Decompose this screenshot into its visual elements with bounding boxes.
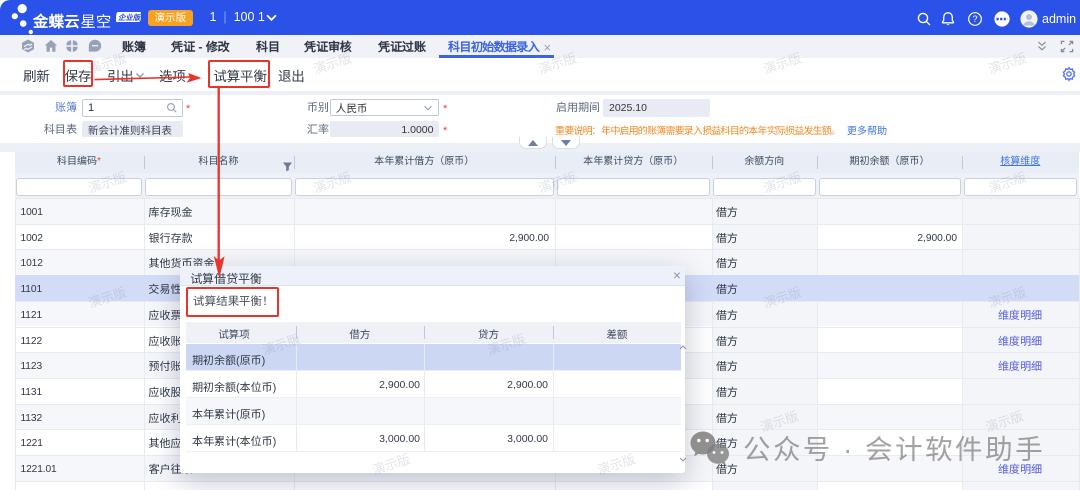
svg-text:?: ? [972, 14, 977, 24]
svg-text:企业版: 企业版 [117, 12, 140, 22]
